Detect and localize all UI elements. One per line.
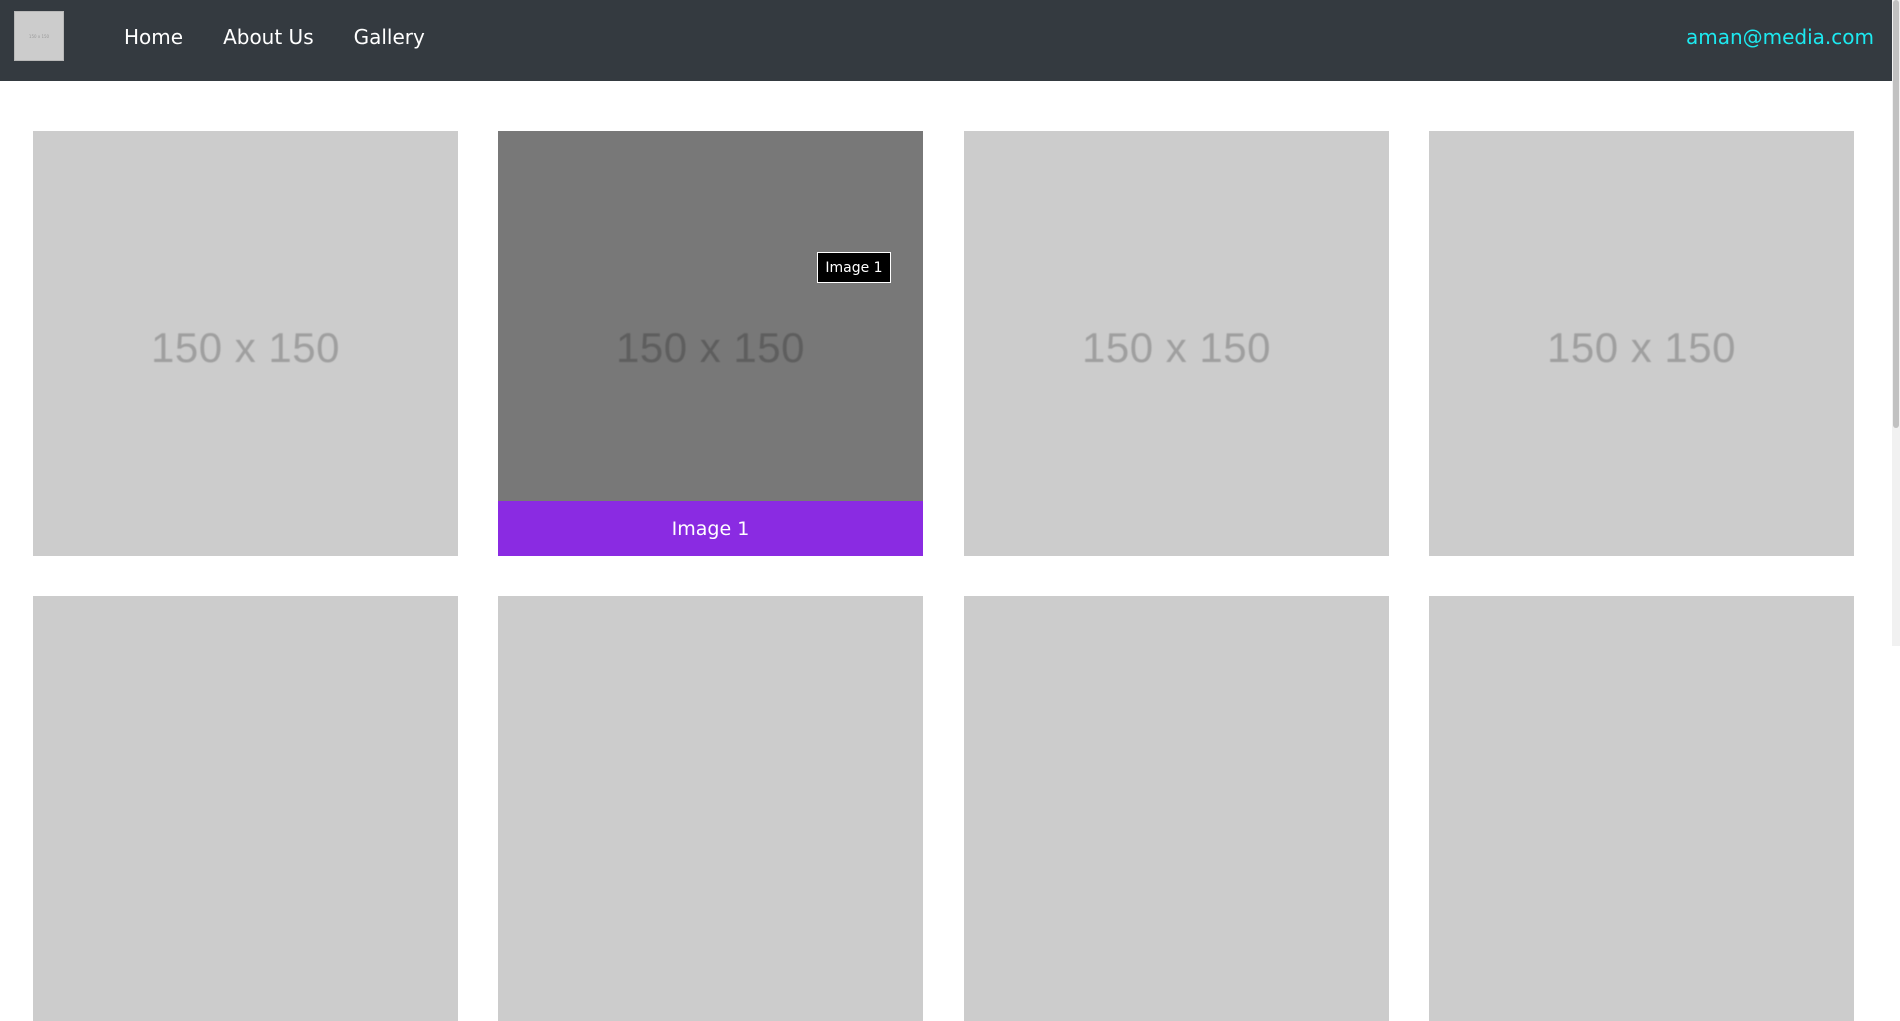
placeholder-text: 150 x 150 — [1547, 324, 1736, 371]
gallery-image[interactable] — [33, 596, 458, 1021]
image-tooltip: Image 1 — [817, 252, 891, 283]
logo-image[interactable]: 150 x 150 — [14, 11, 64, 61]
vertical-scrollbar[interactable] — [1892, 0, 1900, 646]
gallery-image[interactable] — [964, 596, 1389, 1021]
nav-link-gallery[interactable]: Gallery — [354, 25, 425, 49]
gallery-image[interactable]: 150 x 150 — [1429, 131, 1854, 556]
gallery-image[interactable] — [498, 596, 923, 1021]
placeholder-text: 150 x 150 — [151, 324, 340, 371]
scrollbar-thumb[interactable] — [1893, 0, 1899, 428]
email-link[interactable]: aman@media.com — [1686, 25, 1874, 49]
nav-link-about-us[interactable]: About Us — [223, 25, 314, 49]
placeholder-text: 150 x 150 — [616, 324, 805, 371]
gallery-image[interactable] — [1429, 596, 1854, 1021]
gallery-image[interactable]: 150 x 150 — [33, 131, 458, 556]
nav-link-home[interactable]: Home — [124, 25, 183, 49]
navbar: 150 x 150 Home About Us Gallery aman@med… — [0, 0, 1892, 81]
logo-placeholder-text: 150 x 150 — [28, 33, 50, 39]
image-caption: Image 1 — [498, 501, 923, 556]
placeholder-text: 150 x 150 — [1082, 324, 1271, 371]
gallery-image[interactable]: 150 x 150 — [964, 131, 1389, 556]
nav-links: Home About Us Gallery — [124, 25, 425, 49]
gallery-image-hovered[interactable]: 150 x 150 Image 1 — [498, 131, 923, 556]
